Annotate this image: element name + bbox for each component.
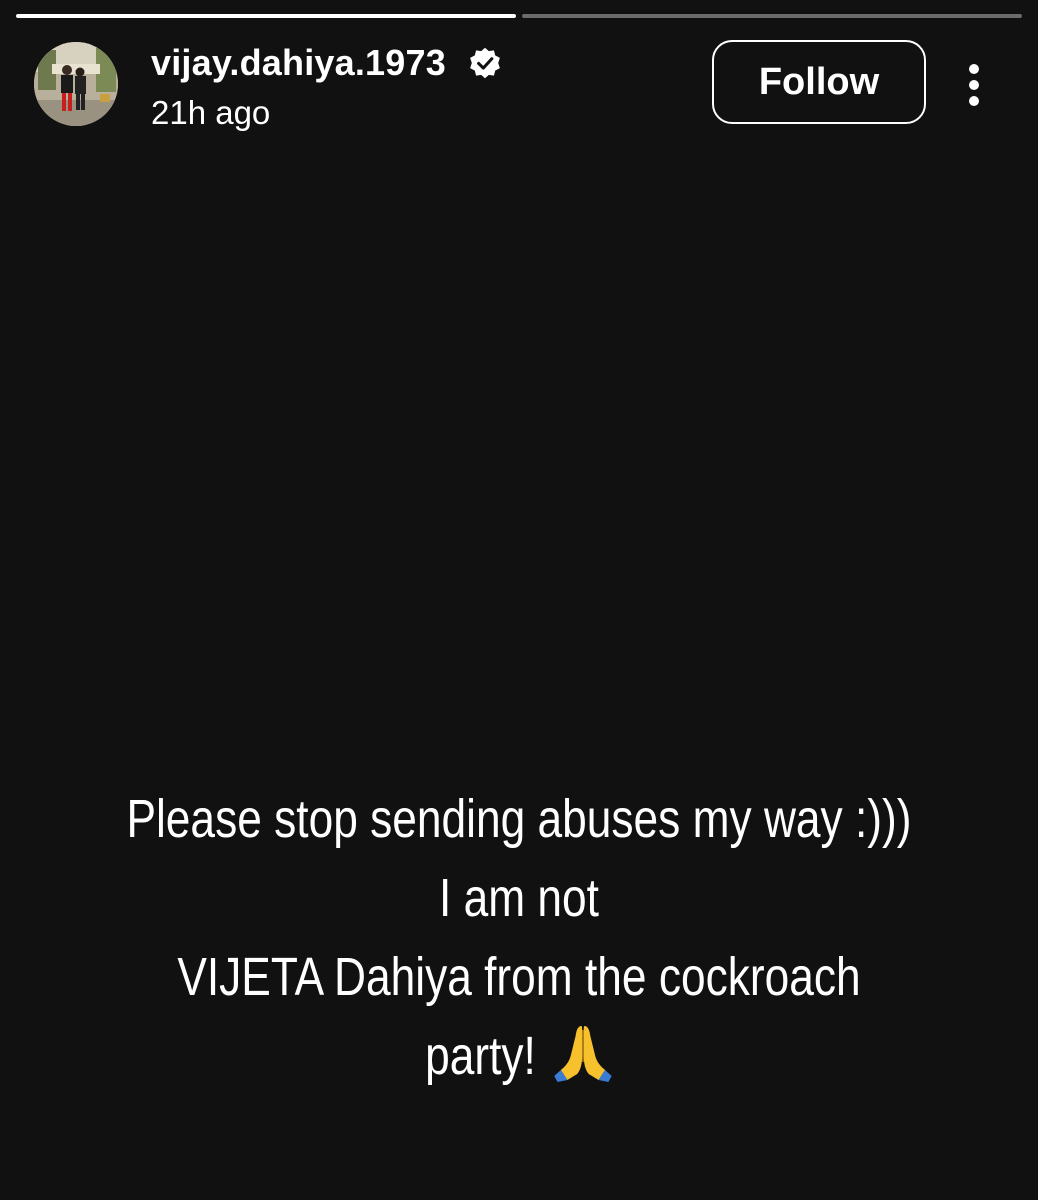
story-text-line-3: VIJETA Dahiya from the cockroach [177,947,861,1007]
story-progress-bars [16,14,1022,18]
story-text-line-4-text: party! [425,1026,536,1086]
username-link[interactable]: vijay.dahiya.1973 [151,42,446,84]
story-text-line-1: Please stop sending abuses my way :))) [126,789,912,849]
story-timestamp: 21h ago [151,94,271,131]
follow-button[interactable]: Follow [712,40,926,124]
folded-hands-icon [552,1022,613,1082]
vertical-ellipsis-icon [969,64,979,106]
story-progress-bar-1 [16,14,516,18]
verified-badge-icon [468,46,502,80]
user-info: vijay.dahiya.1973 21h ago [151,40,502,132]
story-text: Please stop sending abuses my way :))) I… [126,780,912,1096]
story-header: vijay.dahiya.1973 21h ago Follow [34,40,998,132]
story-progress-bar-2 [522,14,1022,18]
story-text-line-4: party! [126,1017,912,1096]
story-progress-fill-1 [16,14,516,18]
avatar-photo [34,42,118,126]
more-options-button[interactable] [954,60,994,110]
story-text-line-2: I am not [439,868,599,928]
username-row: vijay.dahiya.1973 [151,40,502,86]
avatar[interactable] [34,42,118,126]
